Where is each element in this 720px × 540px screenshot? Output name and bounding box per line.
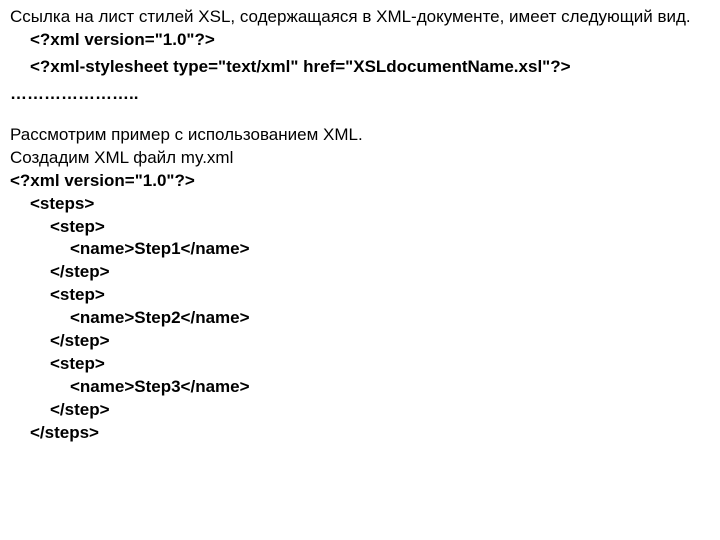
xml-stylesheet-link: <?xml-stylesheet type="text/xml" href="X… xyxy=(10,56,710,79)
step3-name: <name>Step3</name> xyxy=(10,376,710,399)
example-intro-line1: Рассмотрим пример с использованием XML. xyxy=(10,124,710,147)
steps-close-tag: </steps> xyxy=(10,422,710,445)
step3-open-tag: <step> xyxy=(10,353,710,376)
step1-close-tag: </step> xyxy=(10,261,710,284)
xml-declaration-example: <?xml version="1.0"?> xyxy=(10,29,710,52)
step2-open-tag: <step> xyxy=(10,284,710,307)
ellipsis-line: ………………….. xyxy=(10,83,710,106)
step3-close-tag: </step> xyxy=(10,399,710,422)
step2-close-tag: </step> xyxy=(10,330,710,353)
step2-name: <name>Step2</name> xyxy=(10,307,710,330)
example-intro-line2: Создадим XML файл my.xml xyxy=(10,147,710,170)
steps-open-tag: <steps> xyxy=(10,193,710,216)
myxml-declaration: <?xml version="1.0"?> xyxy=(10,170,710,193)
step1-open-tag: <step> xyxy=(10,216,710,239)
intro-paragraph: Ссылка на лист стилей XSL, содержащаяся … xyxy=(10,6,710,29)
document-body: Ссылка на лист стилей XSL, содержащаяся … xyxy=(0,0,720,455)
step1-name: <name>Step1</name> xyxy=(10,238,710,261)
